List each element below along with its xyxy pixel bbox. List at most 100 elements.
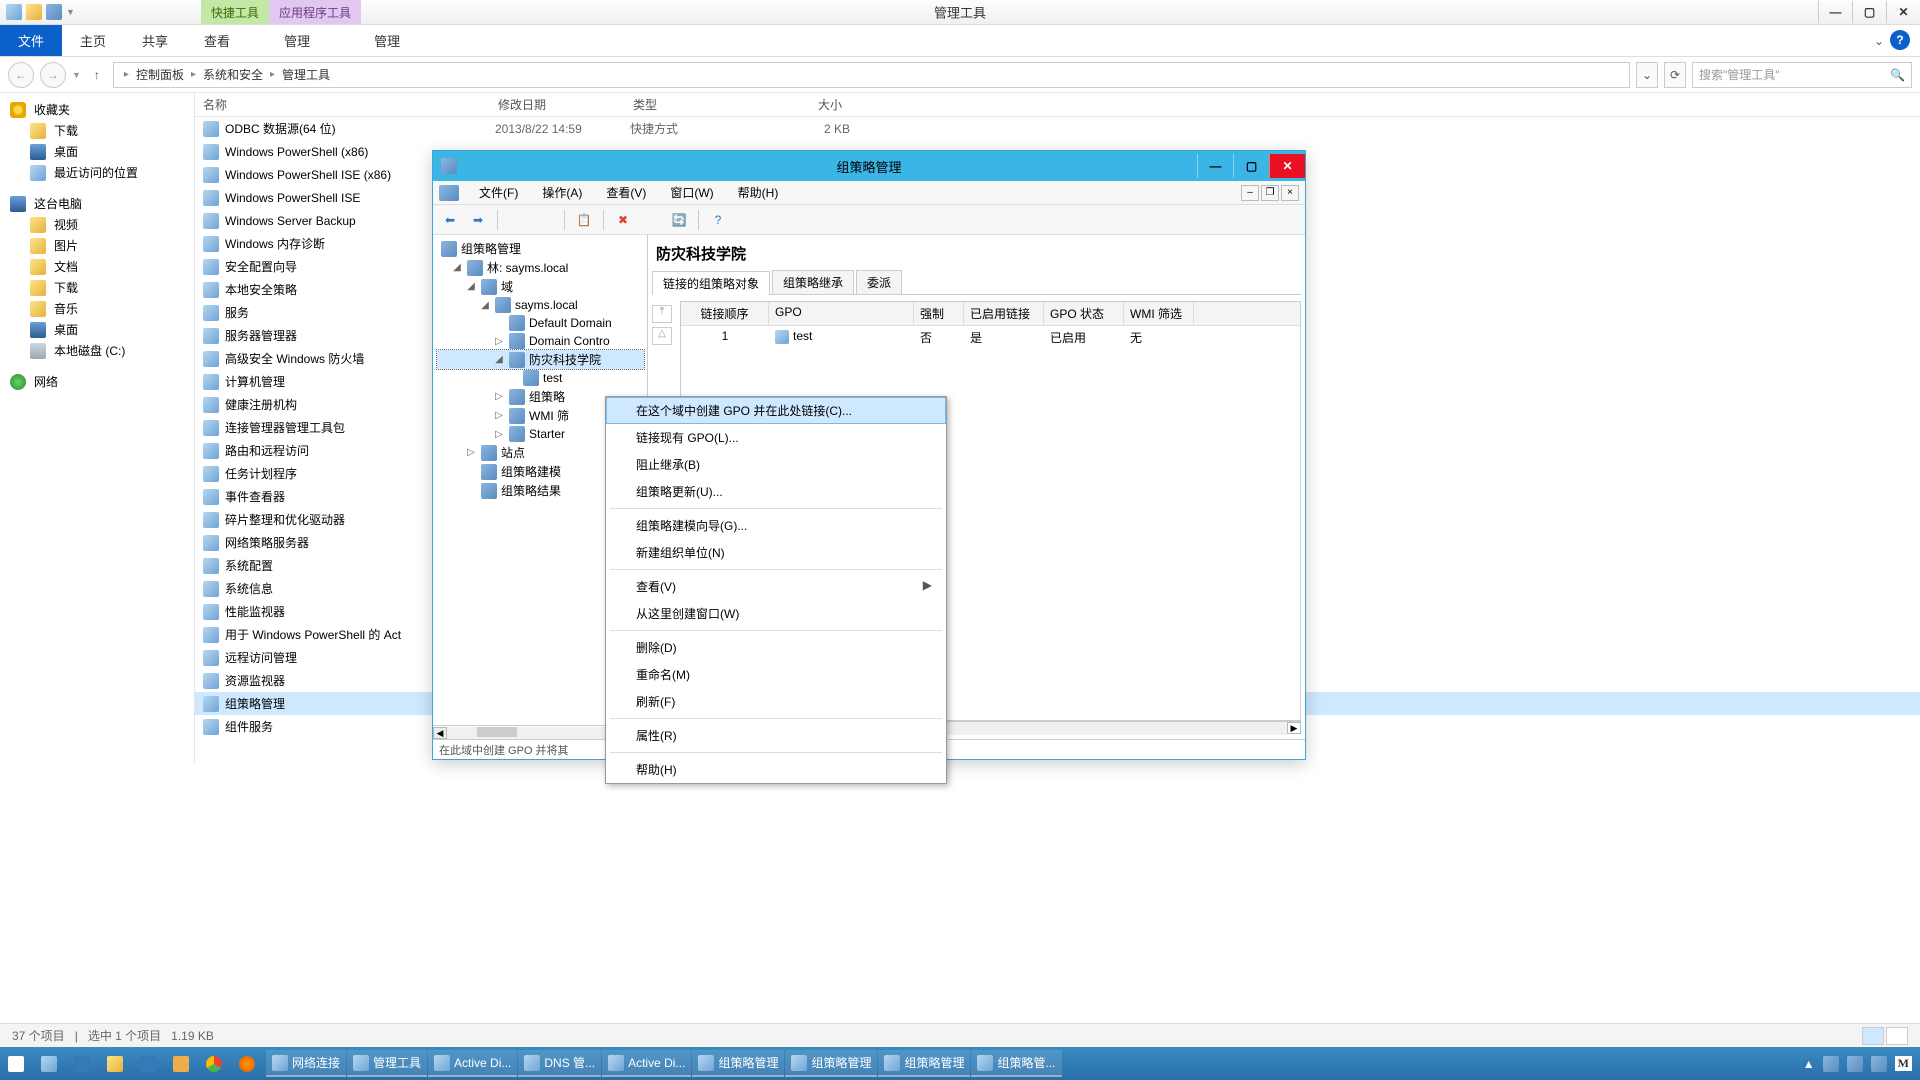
- taskbar-explorer[interactable]: [101, 1050, 133, 1077]
- tray-up-icon[interactable]: ▲: [1803, 1057, 1815, 1071]
- sidebar-network[interactable]: 网络: [0, 371, 194, 392]
- context-menu-item[interactable]: 帮助(H): [606, 756, 946, 783]
- tree-ou-selected[interactable]: ◢防灾科技学院: [437, 350, 644, 369]
- tb-forward-button[interactable]: ➡: [467, 209, 489, 231]
- context-menu-item[interactable]: 从这里创建窗口(W): [606, 600, 946, 627]
- taskbar-app[interactable]: Active Di...: [428, 1050, 517, 1077]
- taskbar-ie[interactable]: [134, 1050, 166, 1077]
- th-enabled[interactable]: 已启用链接: [964, 302, 1044, 325]
- forward-button[interactable]: →: [40, 62, 66, 88]
- tab-delegation[interactable]: 委派: [856, 270, 902, 294]
- context-tab-shortcut[interactable]: 快捷工具: [201, 0, 269, 24]
- ribbon-file[interactable]: 文件: [0, 25, 62, 56]
- search-icon[interactable]: 🔍: [1890, 68, 1905, 82]
- scroll-right-button[interactable]: ▶: [1287, 722, 1301, 734]
- tb-showtree-icon[interactable]: [534, 209, 556, 231]
- tree-forest[interactable]: ◢林: sayms.local: [437, 258, 644, 277]
- sidebar-item[interactable]: 视频: [0, 214, 194, 235]
- file-list-header[interactable]: 名称 修改日期 类型 大小: [195, 93, 1920, 117]
- back-button[interactable]: ←: [8, 62, 34, 88]
- system-tray[interactable]: ▲ M: [1803, 1056, 1918, 1072]
- col-type[interactable]: 类型: [625, 96, 765, 113]
- context-menu-item[interactable]: 刷新(F): [606, 688, 946, 715]
- sidebar-favorites[interactable]: 收藏夹: [0, 99, 194, 120]
- th-order[interactable]: 链接顺序: [681, 302, 769, 325]
- ribbon-tab-share[interactable]: 共享: [124, 25, 186, 56]
- ribbon-tab-view[interactable]: 查看: [186, 25, 248, 56]
- taskbar-firefox[interactable]: [233, 1050, 265, 1077]
- menu-help[interactable]: 帮助(H): [728, 184, 789, 201]
- taskbar-app[interactable]: DNS 管...: [518, 1050, 601, 1077]
- taskbar-app[interactable]: 管理工具: [347, 1050, 427, 1077]
- context-menu-item[interactable]: 删除(D): [606, 634, 946, 661]
- view-large-button[interactable]: [1886, 1027, 1908, 1045]
- context-menu-item[interactable]: 阻止继承(B): [606, 451, 946, 478]
- ime-indicator[interactable]: M: [1895, 1056, 1912, 1071]
- qat-new-icon[interactable]: [26, 4, 42, 20]
- th-force[interactable]: 强制: [914, 302, 964, 325]
- context-menu-item[interactable]: 新建组织单位(N): [606, 539, 946, 566]
- address-bar[interactable]: ▸ 控制面板▸ 系统和安全▸ 管理工具: [113, 62, 1630, 88]
- taskbar-app[interactable]: 网络连接: [266, 1050, 346, 1077]
- ribbon-tab-home[interactable]: 主页: [62, 25, 124, 56]
- close-button[interactable]: ✕: [1886, 1, 1920, 23]
- breadcrumb-seg[interactable]: 系统和安全: [198, 66, 268, 83]
- menu-view[interactable]: 查看(V): [596, 184, 656, 201]
- taskbar-app[interactable]: 组策略管理: [692, 1050, 784, 1077]
- maximize-button[interactable]: ▢: [1852, 1, 1886, 23]
- tab-inheritance[interactable]: 组策略继承: [772, 270, 854, 294]
- tb-extra-icon[interactable]: [735, 209, 757, 231]
- col-size[interactable]: 大小: [765, 96, 850, 113]
- tab-linked-gpo[interactable]: 链接的组策略对象: [652, 271, 770, 295]
- refresh-button[interactable]: ⟳: [1664, 62, 1686, 88]
- qat-dropdown-icon[interactable]: ▼: [66, 7, 75, 17]
- context-menu-item[interactable]: 链接现有 GPO(L)...: [606, 424, 946, 451]
- tree-ddp[interactable]: Default Domain: [437, 314, 644, 332]
- sidebar-item[interactable]: 桌面: [0, 141, 194, 162]
- minimize-button[interactable]: —: [1818, 1, 1852, 23]
- start-button[interactable]: [2, 1050, 34, 1077]
- recent-dropdown-icon[interactable]: ▼: [72, 70, 81, 80]
- taskbar-servermgr[interactable]: [35, 1050, 67, 1077]
- gpmc-minimize-button[interactable]: —: [1197, 154, 1233, 178]
- tray-flag-icon[interactable]: [1823, 1056, 1839, 1072]
- col-date[interactable]: 修改日期: [490, 96, 625, 113]
- tray-network-icon[interactable]: [1847, 1056, 1863, 1072]
- taskbar-app[interactable]: 组策略管理: [785, 1050, 877, 1077]
- sidebar-item[interactable]: 最近访问的位置: [0, 162, 194, 183]
- ribbon-tab-manage1[interactable]: 管理: [266, 25, 328, 56]
- up-button[interactable]: ↑: [87, 68, 107, 82]
- context-tab-apptools[interactable]: 应用程序工具: [269, 0, 361, 24]
- menu-window[interactable]: 窗口(W): [660, 184, 723, 201]
- tree-dc-ou[interactable]: ▷Domain Contro: [437, 332, 644, 350]
- context-menu-item[interactable]: 查看(V)▶: [606, 573, 946, 600]
- th-status[interactable]: GPO 状态: [1044, 302, 1124, 325]
- file-row[interactable]: ODBC 数据源(64 位)2013/8/22 14:59快捷方式2 KB: [195, 117, 1920, 140]
- context-menu-item[interactable]: 组策略建模向导(G)...: [606, 512, 946, 539]
- context-menu-item[interactable]: 重命名(M): [606, 661, 946, 688]
- tb-props-icon[interactable]: [640, 209, 662, 231]
- sidebar-item[interactable]: 文档: [0, 256, 194, 277]
- context-menu-item[interactable]: 属性(R): [606, 722, 946, 749]
- inner-restore[interactable]: ❐: [1261, 185, 1279, 201]
- tree-gpo-link[interactable]: test: [437, 369, 644, 387]
- scroll-left-button[interactable]: ◀: [433, 727, 447, 739]
- sidebar-item[interactable]: 下载: [0, 120, 194, 141]
- sidebar-thispc[interactable]: 这台电脑: [0, 193, 194, 214]
- breadcrumb-seg[interactable]: 管理工具: [277, 66, 335, 83]
- address-dropdown-button[interactable]: ⌄: [1636, 62, 1658, 88]
- taskbar-powershell[interactable]: [68, 1050, 100, 1077]
- taskbar-chrome[interactable]: [200, 1050, 232, 1077]
- menu-action[interactable]: 操作(A): [532, 184, 592, 201]
- col-name[interactable]: 名称: [195, 96, 490, 113]
- move-top-button[interactable]: ⤒: [652, 305, 672, 323]
- search-input[interactable]: 搜索"管理工具" 🔍: [1692, 62, 1912, 88]
- th-wmi[interactable]: WMI 筛选: [1124, 302, 1194, 325]
- tb-copy-icon[interactable]: 📋: [573, 209, 595, 231]
- sidebar-item[interactable]: 本地磁盘 (C:): [0, 340, 194, 361]
- inner-minimize[interactable]: –: [1241, 185, 1259, 201]
- tb-delete-icon[interactable]: ✖: [612, 209, 634, 231]
- help-button[interactable]: ?: [1890, 30, 1910, 50]
- tree-domain[interactable]: ◢sayms.local: [437, 296, 644, 314]
- tb-back-button[interactable]: ⬅: [439, 209, 461, 231]
